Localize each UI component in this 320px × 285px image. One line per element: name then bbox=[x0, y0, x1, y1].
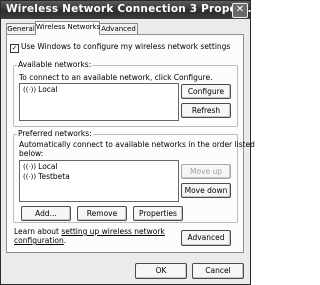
cancel-button[interactable]: Cancel bbox=[192, 263, 244, 279]
learn-prefix: Learn about bbox=[14, 227, 62, 236]
network-name: Local bbox=[38, 162, 58, 171]
close-icon[interactable]: ✕ bbox=[232, 3, 248, 18]
title-bar[interactable]: Wireless Network Connection 3 Propert...… bbox=[1, 1, 260, 19]
refresh-button[interactable]: Refresh bbox=[181, 103, 231, 118]
network-name: Local bbox=[38, 85, 58, 94]
learn-suffix: . bbox=[63, 236, 67, 245]
wireless-network-icon: ((·)) bbox=[23, 86, 37, 94]
properties-button[interactable]: Properties bbox=[133, 206, 183, 221]
list-item[interactable]: ((·)) Local bbox=[23, 162, 58, 171]
list-item[interactable]: ((·)) Local bbox=[23, 85, 58, 94]
move-up-button[interactable]: Move up bbox=[181, 164, 231, 179]
learn-about-line2: configuration. bbox=[14, 236, 66, 245]
preferred-instruction-line2: below: bbox=[19, 149, 44, 158]
use-windows-row[interactable]: ✓ Use Windows to configure my wireless ne… bbox=[10, 42, 230, 53]
tab-general[interactable]: General bbox=[6, 23, 36, 34]
preferred-networks-heading: Preferred networks: bbox=[17, 129, 93, 138]
network-name: Testbeta bbox=[38, 172, 70, 181]
preferred-instruction-line1: Automatically connect to available netwo… bbox=[19, 140, 255, 149]
preferred-networks-list[interactable]: ((·)) Local ((·)) Testbeta bbox=[19, 160, 179, 202]
wireless-network-icon: ((·)) bbox=[23, 173, 37, 181]
tab-advanced[interactable]: Advanced bbox=[99, 23, 138, 34]
use-windows-checkbox[interactable]: ✓ bbox=[10, 44, 19, 53]
available-networks-heading: Available networks: bbox=[17, 60, 93, 69]
remove-button[interactable]: Remove bbox=[77, 206, 127, 221]
learn-about-line1: Learn about setting up wireless network bbox=[14, 227, 165, 236]
available-instruction: To connect to an available network, clic… bbox=[19, 73, 213, 82]
window-title: Wireless Network Connection 3 Propert... bbox=[6, 3, 261, 15]
add-button[interactable]: Add... bbox=[21, 206, 71, 221]
advanced-button[interactable]: Advanced bbox=[181, 230, 231, 246]
available-networks-list[interactable]: ((·)) Local bbox=[19, 83, 179, 121]
ok-button[interactable]: OK bbox=[135, 263, 187, 279]
wireless-network-icon: ((·)) bbox=[23, 163, 37, 171]
setup-wireless-link[interactable]: setting up wireless network bbox=[61, 227, 164, 236]
move-down-button[interactable]: Move down bbox=[181, 183, 231, 198]
use-windows-label: Use Windows to configure my wireless net… bbox=[21, 42, 231, 51]
tab-wireless-networks[interactable]: Wireless Networks bbox=[35, 21, 100, 35]
configure-button[interactable]: Configure bbox=[181, 84, 231, 99]
configuration-link[interactable]: configuration bbox=[14, 236, 64, 245]
list-item[interactable]: ((·)) Testbeta bbox=[23, 172, 70, 181]
